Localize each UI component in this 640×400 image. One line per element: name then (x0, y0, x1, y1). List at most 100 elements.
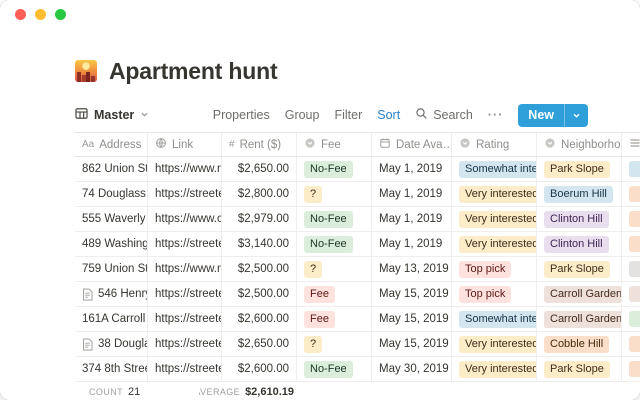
cell-neighborhood[interactable]: Boerum Hill (537, 182, 622, 206)
cell-fee[interactable]: Fee (297, 307, 372, 331)
cell-address[interactable]: 546 Henry (75, 282, 148, 306)
cell-link[interactable]: https://www.cit (148, 207, 222, 231)
cell-extra[interactable] (622, 257, 640, 281)
cell-rating[interactable]: Very interested (452, 207, 537, 231)
list-property-icon (629, 137, 640, 152)
cell-rating[interactable]: Somewhat interested (452, 157, 537, 181)
column-header-neighborhood[interactable]: Neighborhood (537, 133, 622, 156)
cell-rent[interactable]: $3,140.00 (222, 232, 297, 256)
cell-extra[interactable] (622, 332, 640, 356)
cell-neighborhood[interactable]: Clinton Hill (537, 232, 622, 256)
cell-rent[interactable]: $2,650.00 (222, 332, 297, 356)
cell-link[interactable]: https://streetea (148, 332, 222, 356)
cell-address[interactable]: 489 Washingt (75, 232, 148, 256)
cell-extra[interactable] (622, 307, 640, 331)
cell-address[interactable]: 161A Carroll St (75, 307, 148, 331)
new-dropdown-chevron-icon[interactable] (565, 111, 588, 120)
column-header-rating[interactable]: Rating (452, 133, 537, 156)
column-header-link[interactable]: Link (148, 133, 222, 156)
cell-address[interactable]: 38 Douglas (75, 332, 148, 356)
view-tab-master[interactable]: Master (75, 107, 149, 123)
cell-address[interactable]: 374 8th Street (75, 357, 148, 381)
cell-extra[interactable] (622, 157, 640, 181)
average-calculation[interactable]: AVERAGE $2,610.19 (199, 386, 294, 398)
column-header-address[interactable]: AaAddress (75, 133, 148, 156)
more-options-button[interactable]: ··· (488, 108, 504, 122)
cell-rent[interactable]: $2,600.00 (222, 307, 297, 331)
cell-extra[interactable] (622, 182, 640, 206)
cell-fee[interactable]: ? (297, 182, 372, 206)
column-header-extra[interactable] (622, 133, 640, 156)
cell-link[interactable]: https://streetea (148, 357, 222, 381)
cell-neighborhood[interactable]: Carroll Gardens (537, 307, 622, 331)
cell-date-available[interactable]: May 15, 2019 (372, 282, 452, 306)
cell-extra[interactable] (622, 282, 640, 306)
cell-date-available[interactable]: May 30, 2019 (372, 357, 452, 381)
cell-address[interactable]: 555 Waverly A (75, 207, 148, 231)
cell-neighborhood[interactable]: Carroll Gardens (537, 282, 622, 306)
cell-fee[interactable]: No-Fee (297, 207, 372, 231)
cell-rating[interactable]: Very interested (452, 332, 537, 356)
cell-fee[interactable]: No-Fee (297, 232, 372, 256)
cell-extra[interactable] (622, 207, 640, 231)
cell-rating[interactable]: Somewhat interested (452, 307, 537, 331)
cell-link[interactable]: https://streetea (148, 307, 222, 331)
column-header-fee[interactable]: Fee (297, 133, 372, 156)
cell-rating[interactable]: Top pick (452, 257, 537, 281)
cell-date-available[interactable]: May 15, 2019 (372, 307, 452, 331)
column-header-label: Rent ($) (240, 139, 282, 151)
minimize-window-button[interactable] (35, 9, 46, 20)
cell-neighborhood[interactable]: Park Slope (537, 257, 622, 281)
cell-fee[interactable]: ? (297, 332, 372, 356)
new-button[interactable]: New (518, 104, 588, 127)
cell-link[interactable]: https://www.na (148, 257, 222, 281)
cell-date-available[interactable]: May 13, 2019 (372, 257, 452, 281)
column-header-rent[interactable]: #Rent ($) (222, 133, 297, 156)
cell-rent[interactable]: $2,500.00 (222, 257, 297, 281)
cell-rent[interactable]: $2,800.00 (222, 182, 297, 206)
cell-rating[interactable]: Top pick (452, 282, 537, 306)
group-button[interactable]: Group (285, 108, 320, 122)
cell-fee[interactable]: Fee (297, 282, 372, 306)
cell-date-available[interactable]: May 1, 2019 (372, 157, 452, 181)
cell-neighborhood[interactable]: Clinton Hill (537, 207, 622, 231)
cell-neighborhood[interactable]: Cobble Hill (537, 332, 622, 356)
cell-rent[interactable]: $2,979.00 (222, 207, 297, 231)
cell-rating[interactable]: Very interested (452, 232, 537, 256)
cell-date-available[interactable]: May 1, 2019 (372, 182, 452, 206)
column-header-label: Address (99, 139, 141, 151)
cell-extra[interactable] (622, 232, 640, 256)
cell-rating[interactable]: Very interested (452, 182, 537, 206)
cell-link[interactable]: https://streetea (148, 282, 222, 306)
cell-rent[interactable]: $2,650.00 (222, 157, 297, 181)
column-header-date_available[interactable]: Date Ava… (372, 133, 452, 156)
fee-tag: ? (304, 336, 322, 353)
cell-link[interactable]: https://www.na (148, 157, 222, 181)
properties-button[interactable]: Properties (213, 108, 270, 122)
cell-rent[interactable]: $2,600.00 (222, 357, 297, 381)
count-calculation[interactable]: COUNT 21 (89, 386, 140, 398)
sort-button[interactable]: Sort (377, 108, 400, 122)
cell-extra[interactable] (622, 357, 640, 381)
cell-date-available[interactable]: May 1, 2019 (372, 232, 452, 256)
page-content: Apartment hunt Master Properties Group (0, 58, 640, 400)
cell-address[interactable]: 759 Union Stre (75, 257, 148, 281)
filter-button[interactable]: Filter (334, 108, 362, 122)
search-button[interactable]: Search (415, 107, 473, 123)
cell-fee[interactable]: No-Fee (297, 357, 372, 381)
cell-address[interactable]: 74 Douglass St (75, 182, 148, 206)
cell-rent[interactable]: $2,500.00 (222, 282, 297, 306)
cell-neighborhood[interactable]: Park Slope (537, 157, 622, 181)
cell-date-available[interactable]: May 15, 2019 (372, 332, 452, 356)
cell-link[interactable]: https://streetea (148, 232, 222, 256)
close-window-button[interactable] (15, 9, 26, 20)
zoom-window-button[interactable] (55, 9, 66, 20)
cell-fee[interactable]: ? (297, 257, 372, 281)
cell-rating[interactable]: Very interested (452, 357, 537, 381)
sunset-cityscape-page-icon[interactable] (75, 60, 97, 82)
cell-fee[interactable]: No-Fee (297, 157, 372, 181)
cell-neighborhood[interactable]: Park Slope (537, 357, 622, 381)
cell-date-available[interactable]: May 1, 2019 (372, 207, 452, 231)
cell-address[interactable]: 862 Union Stre (75, 157, 148, 181)
cell-link[interactable]: https://streetea (148, 182, 222, 206)
